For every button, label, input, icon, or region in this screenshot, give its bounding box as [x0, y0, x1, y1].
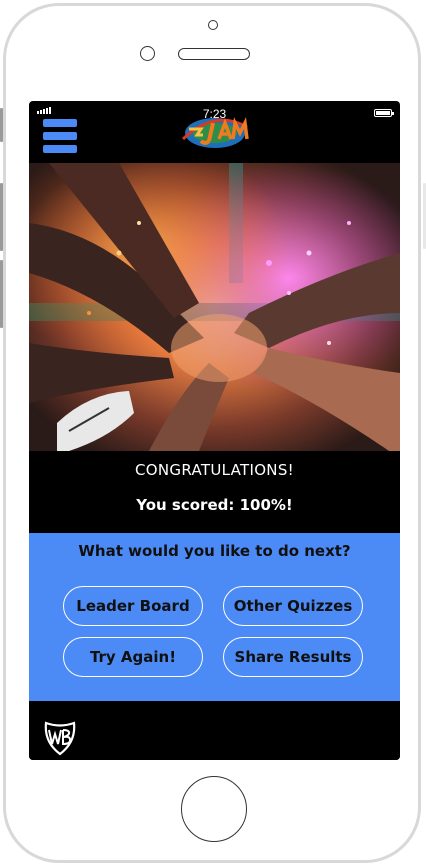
- hamburger-menu-icon[interactable]: [43, 119, 77, 153]
- leader-board-button[interactable]: Leader Board: [63, 586, 203, 626]
- wb-shield-icon[interactable]: [43, 720, 77, 756]
- volume-down-button: [0, 260, 3, 328]
- space-jam-logo: [181, 117, 249, 148]
- footer: [29, 701, 400, 760]
- other-quizzes-button[interactable]: Other Quizzes: [223, 586, 363, 626]
- share-results-button[interactable]: Share Results: [223, 637, 363, 677]
- mute-switch: [0, 108, 3, 142]
- proximity-sensor-icon: [140, 46, 155, 61]
- congratulations-heading: CONGRATULATIONS!: [135, 461, 294, 479]
- battery-icon: [374, 109, 394, 117]
- volume-up-button: [0, 183, 3, 251]
- result-panel: CONGRATULATIONS! You scored: 100%!: [29, 451, 400, 533]
- score-text: You scored: 100%!: [136, 496, 293, 514]
- front-camera-icon: [208, 20, 218, 30]
- app-screen: 7:23 CONGRATULATIONS! You scored: 100%! …: [29, 101, 400, 760]
- next-actions-heading: What would you like to do next?: [78, 542, 351, 560]
- try-again-button[interactable]: Try Again!: [63, 637, 203, 677]
- home-button[interactable]: [181, 776, 247, 842]
- next-actions-panel: What would you like to do next? Leader B…: [29, 533, 400, 701]
- earpiece-speaker: [178, 48, 250, 60]
- hero-image: [29, 163, 400, 451]
